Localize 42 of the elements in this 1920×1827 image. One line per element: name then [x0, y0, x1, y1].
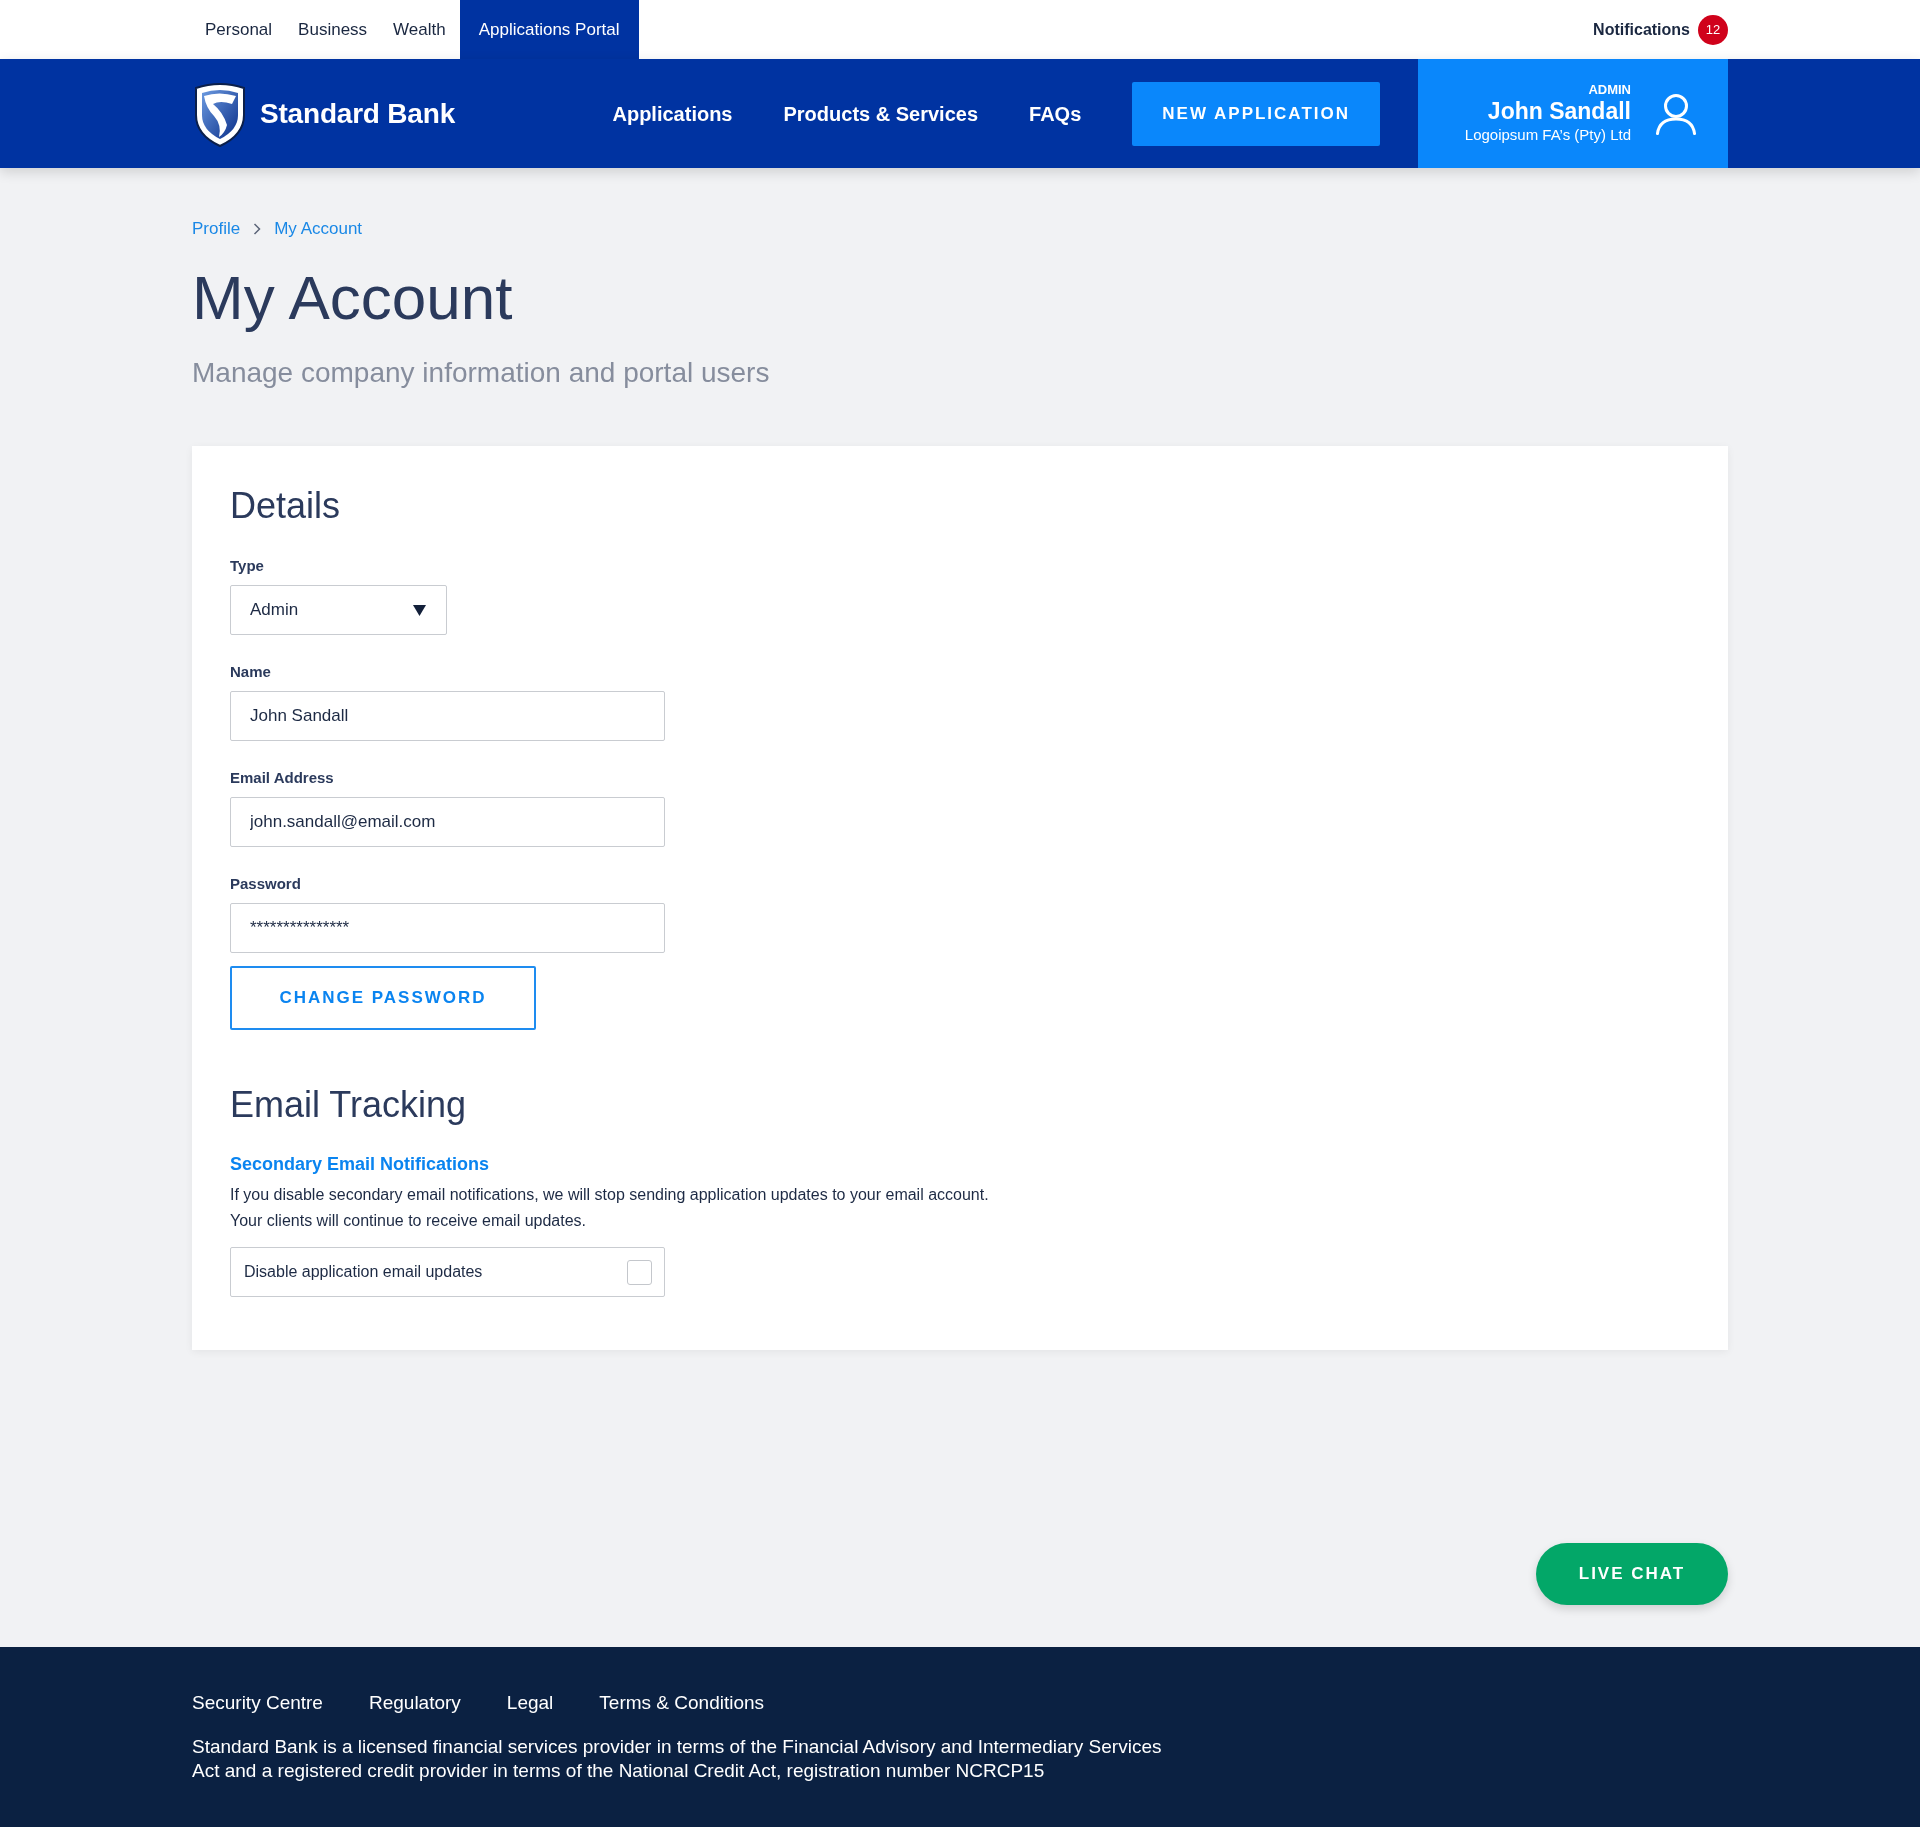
field-label: Password [230, 874, 302, 894]
nav-link[interactable]: FAQs [1029, 98, 1082, 129]
user-name: John Sandall [1487, 97, 1631, 124]
top-nav-tab[interactable]: Wealth [380, 0, 459, 59]
input-field[interactable]: John Sandall [230, 691, 665, 741]
caret-down-icon [413, 604, 426, 616]
subsection-heading: Secondary Email Notifications [230, 1153, 491, 1176]
chevron-right-icon [253, 223, 262, 235]
page-title: My Account [192, 262, 514, 333]
page-subtitle: Manage company information and portal users [192, 356, 771, 390]
field-label: Type [230, 556, 265, 576]
shield-logo-icon [192, 80, 248, 147]
nav-link[interactable]: Applications [612, 98, 733, 129]
checkbox-option[interactable]: Disable application email updates [230, 1247, 665, 1297]
checkbox[interactable] [627, 1259, 652, 1285]
description-text: If you disable secondary email notifications, we will stop sending application updates to your email account. Your clients will continue to receive email updates. [230, 1185, 990, 1231]
new-application-button[interactable]: NEW APPLICATION [1132, 81, 1380, 146]
user-panel[interactable]: ADMIN John Sandall Logoipsum FA’s (Pty) Ltd [1418, 59, 1728, 168]
nav-link[interactable]: Products & Services [783, 98, 979, 129]
section-heading: Details [230, 484, 342, 528]
footer-link[interactable]: Security Centre [192, 1691, 323, 1715]
top-nav-tab[interactable]: Personal [192, 0, 286, 59]
footer-link[interactable]: Regulatory [368, 1691, 461, 1715]
input-field[interactable]: *************** [230, 903, 665, 953]
notification-badge: 12 [1698, 14, 1728, 45]
top-nav-tab[interactable]: Business [285, 0, 381, 59]
checkbox-label: Disable application email updates [244, 1262, 483, 1282]
user-icon [1655, 92, 1697, 135]
change-password-button[interactable]: CHANGE PASSWORD [230, 966, 536, 1030]
user-role: ADMIN [1588, 81, 1631, 98]
dropdown-select[interactable]: Admin [230, 585, 447, 635]
notifications-link[interactable]: Notifications [1593, 17, 1690, 42]
footer-link[interactable]: Terms & Conditions [599, 1691, 765, 1715]
top-nav-tab[interactable]: Applications Portal [459, 0, 639, 59]
footer-disclaimer: Standard Bank is a licensed financial services provider in terms of the Financial Advisory and Intermediary Services Act and a registered credit provider in terms of the National Credit Act, registration number NCRCP15 [192, 1735, 1163, 1783]
section-heading: Email Tracking [230, 1083, 468, 1127]
footer-link[interactable]: Legal [506, 1691, 554, 1715]
company-name: Logoipsum FA’s (Pty) Ltd [1464, 124, 1631, 145]
field-label: Email Address [230, 768, 335, 788]
input-field[interactable]: john.sandall@email.com [230, 797, 665, 847]
field-label: Name [230, 662, 272, 682]
brand-name[interactable]: Standard Bank [260, 92, 455, 135]
